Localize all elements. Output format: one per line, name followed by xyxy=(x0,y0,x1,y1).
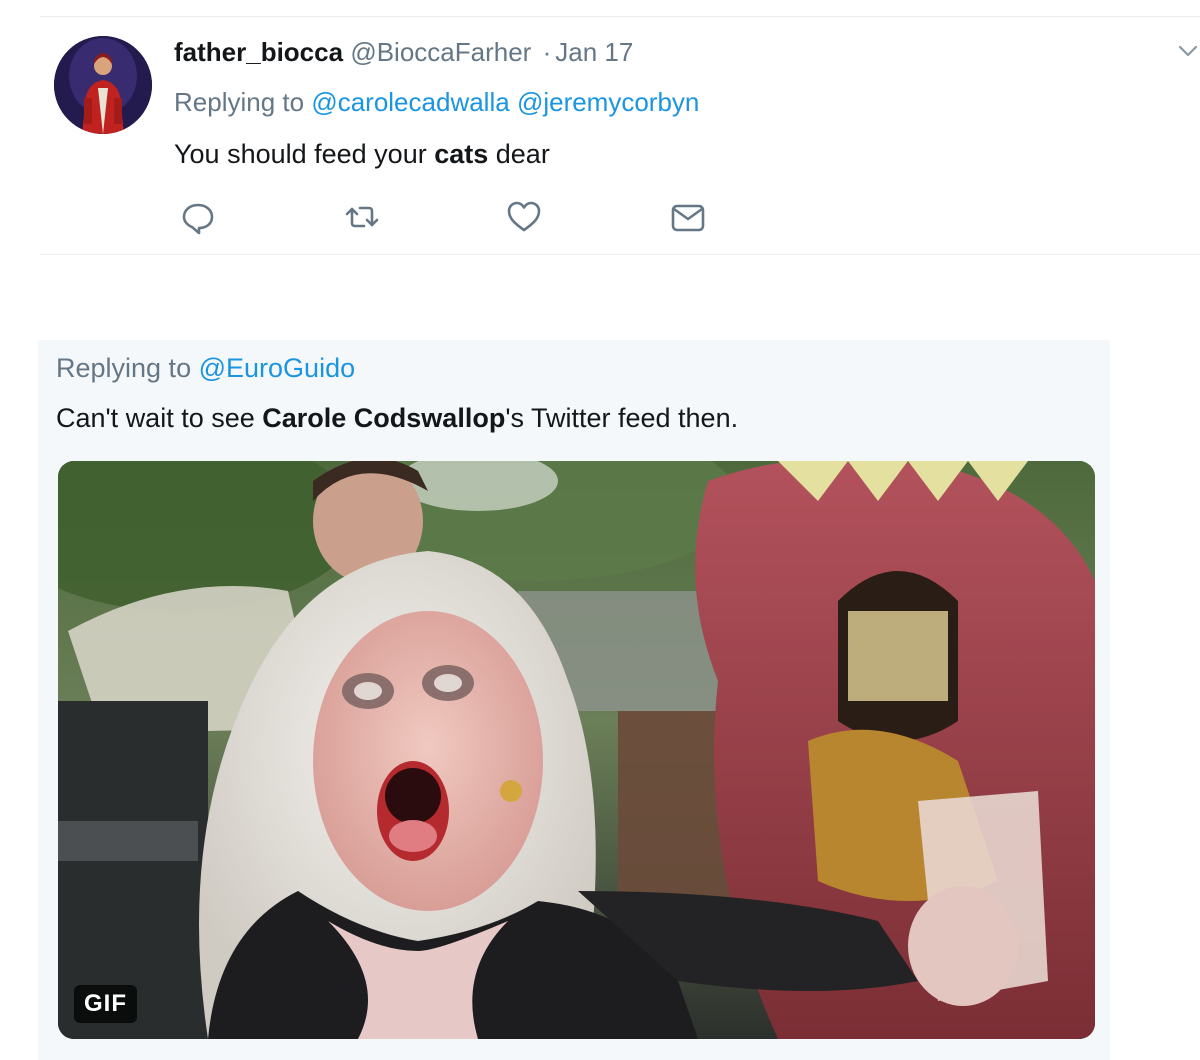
mention-link[interactable]: @carolecadwalla xyxy=(311,87,509,117)
retweet-icon[interactable] xyxy=(342,197,382,237)
gif-media[interactable]: GIF xyxy=(58,461,1095,1039)
quoted-replying-label: Replying to xyxy=(56,353,192,383)
quoted-replying-to: Replying to @EuroGuido xyxy=(56,350,355,386)
replying-to-label: Replying to xyxy=(174,87,305,117)
replying-to: Replying to @carolecadwalla @jeremycorby… xyxy=(174,85,699,119)
tweet-text: You should feed your cats dear xyxy=(174,137,550,171)
direct-message-icon[interactable] xyxy=(668,197,708,237)
quoted-tweet-panel[interactable]: Replying to @EuroGuido Can't wait to see… xyxy=(38,340,1110,1060)
tweet-text-bold: cats xyxy=(434,139,489,169)
like-icon[interactable] xyxy=(504,197,544,237)
tweet-divider xyxy=(40,254,1200,255)
separator-dot: · xyxy=(542,37,552,67)
quoted-tweet-text: Can't wait to see Carole Codswallop's Tw… xyxy=(56,400,738,436)
user-handle[interactable]: @BioccaFarher xyxy=(350,37,531,67)
avatar[interactable] xyxy=(54,36,152,134)
gif-badge: GIF xyxy=(74,985,137,1023)
tweet-text-end: dear xyxy=(488,139,550,169)
tweet-actions xyxy=(174,197,734,237)
quoted-text-end: 's Twitter feed then. xyxy=(505,403,739,433)
tweet-header: father_biocca @BioccaFarher · Jan 17 xyxy=(174,35,633,69)
reply-icon[interactable] xyxy=(178,197,218,237)
tweet-date[interactable]: Jan 17 xyxy=(555,37,633,67)
tweet-text-start: You should feed your xyxy=(174,139,435,169)
mention-link[interactable]: @jeremycorbyn xyxy=(517,87,699,117)
gif-image xyxy=(58,461,1095,1039)
quoted-text-bold: Carole Codswallop xyxy=(262,403,506,433)
chevron-down-icon[interactable] xyxy=(1176,39,1200,63)
quoted-text-start: Can't wait to see xyxy=(56,403,263,433)
quoted-mention-link[interactable]: @EuroGuido xyxy=(199,353,356,383)
tweet[interactable]: father_biocca @BioccaFarher · Jan 17 Repl… xyxy=(40,17,1200,255)
display-name[interactable]: father_biocca xyxy=(174,37,343,67)
